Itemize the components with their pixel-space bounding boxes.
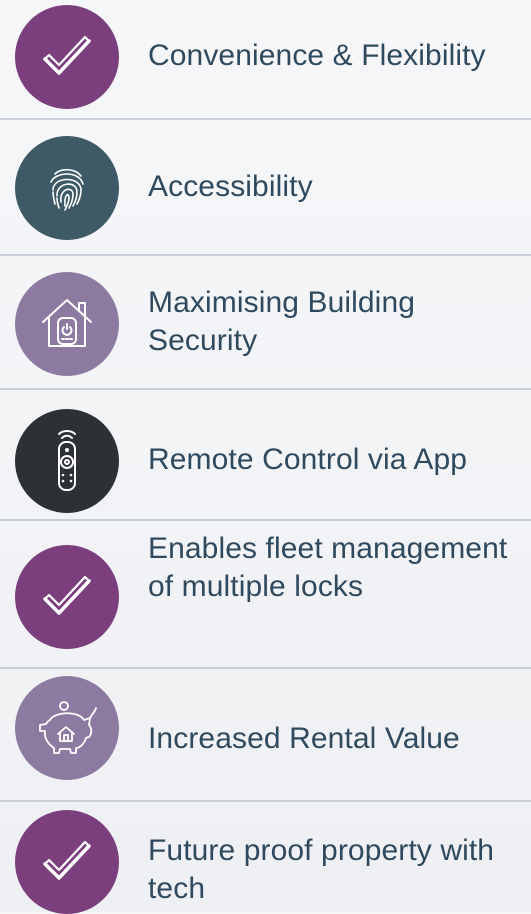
divider [0, 254, 531, 256]
benefit-label: Convenience & Flexibility [148, 39, 486, 72]
divider [0, 118, 531, 120]
check-icon [15, 545, 119, 649]
divider [0, 519, 531, 521]
smart-home-icon [15, 272, 119, 376]
check-icon [15, 5, 119, 109]
divider [0, 667, 531, 669]
divider [0, 388, 531, 390]
piggy-bank-icon [15, 676, 119, 780]
benefit-label: Future proof property with tech [148, 834, 495, 905]
benefits-list: Convenience & Flexibility Accessibility [0, 0, 531, 914]
divider [0, 800, 531, 802]
benefit-label: Accessibility [148, 170, 313, 203]
check-icon [15, 810, 119, 914]
benefit-label: Increased Rental Value [148, 722, 460, 755]
benefit-label: Remote Control via App [148, 443, 468, 476]
benefit-label: Maximising Building Security [148, 286, 416, 357]
benefit-label: Enables fleet management of multiple loc… [148, 532, 508, 603]
remote-control-icon [15, 409, 119, 513]
fingerprint-icon [15, 136, 119, 240]
